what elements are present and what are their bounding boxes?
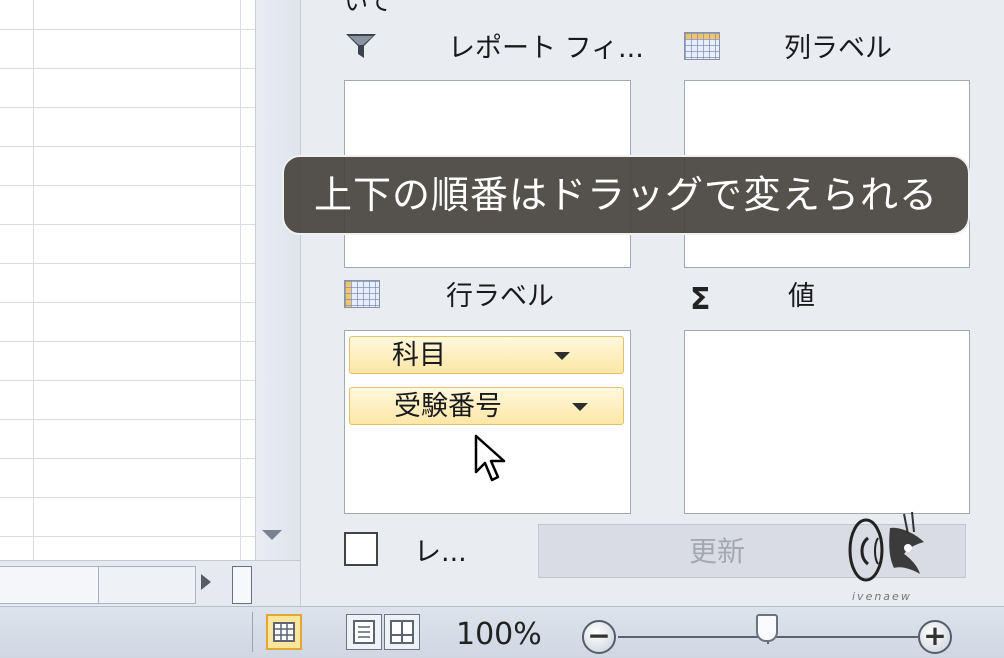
- mouse-pointer-icon: [474, 434, 506, 482]
- chevron-down-icon[interactable]: [572, 403, 588, 411]
- filter-icon: [346, 34, 376, 58]
- grid-column-line: [240, 0, 241, 560]
- scroll-down-arrow-icon[interactable]: [262, 530, 282, 540]
- sigma-icon: Σ: [690, 282, 711, 317]
- normal-view-icon: [273, 622, 295, 642]
- zoom-in-button[interactable]: +: [918, 620, 952, 654]
- row-labels-label: 行ラベル: [446, 281, 554, 312]
- page-layout-icon: [353, 620, 375, 644]
- caption-tooltip: 上下の順番はドラッグで変えられる: [282, 155, 970, 235]
- status-divider: [252, 612, 253, 652]
- defer-update-checkbox[interactable]: [344, 532, 378, 566]
- zoom-slider-thumb[interactable]: [756, 614, 778, 642]
- vertical-scrollbar[interactable]: [255, 0, 301, 560]
- worksheet-grid[interactable]: [0, 0, 256, 560]
- row-field-label: 受験番号: [394, 391, 502, 422]
- page-break-preview-button[interactable]: [384, 614, 420, 650]
- column-labels-icon: [684, 32, 720, 60]
- defer-update-label: レ...: [414, 537, 467, 568]
- pane-top-cut-text: いて: [344, 0, 392, 16]
- report-filter-label: レポート フィ...: [448, 33, 644, 64]
- horizontal-scroll-thumb[interactable]: [232, 566, 252, 604]
- watermark-text: ivenaew: [852, 590, 912, 603]
- page-break-icon: [390, 620, 414, 644]
- column-labels-label: 列ラベル: [784, 33, 892, 64]
- watermark-logo-icon: [848, 511, 924, 582]
- zoom-out-button[interactable]: −: [582, 620, 616, 654]
- sheet-tab-area-2[interactable]: [99, 566, 196, 604]
- page-layout-view-button[interactable]: [346, 614, 382, 650]
- values-label: 値: [788, 281, 815, 312]
- row-field-chip-exam-number[interactable]: 受験番号: [349, 387, 624, 425]
- normal-view-button[interactable]: [266, 614, 302, 650]
- row-labels-icon: [344, 280, 380, 308]
- values-dropzone[interactable]: [684, 330, 970, 514]
- row-field-label: 科目: [392, 340, 446, 371]
- sheet-tab-area[interactable]: [0, 566, 99, 604]
- zoom-level-text[interactable]: 100%: [456, 617, 542, 652]
- row-field-chip-subject[interactable]: 科目: [349, 336, 624, 374]
- chevron-down-icon[interactable]: [554, 352, 570, 360]
- scroll-right-arrow-icon[interactable]: [201, 574, 211, 590]
